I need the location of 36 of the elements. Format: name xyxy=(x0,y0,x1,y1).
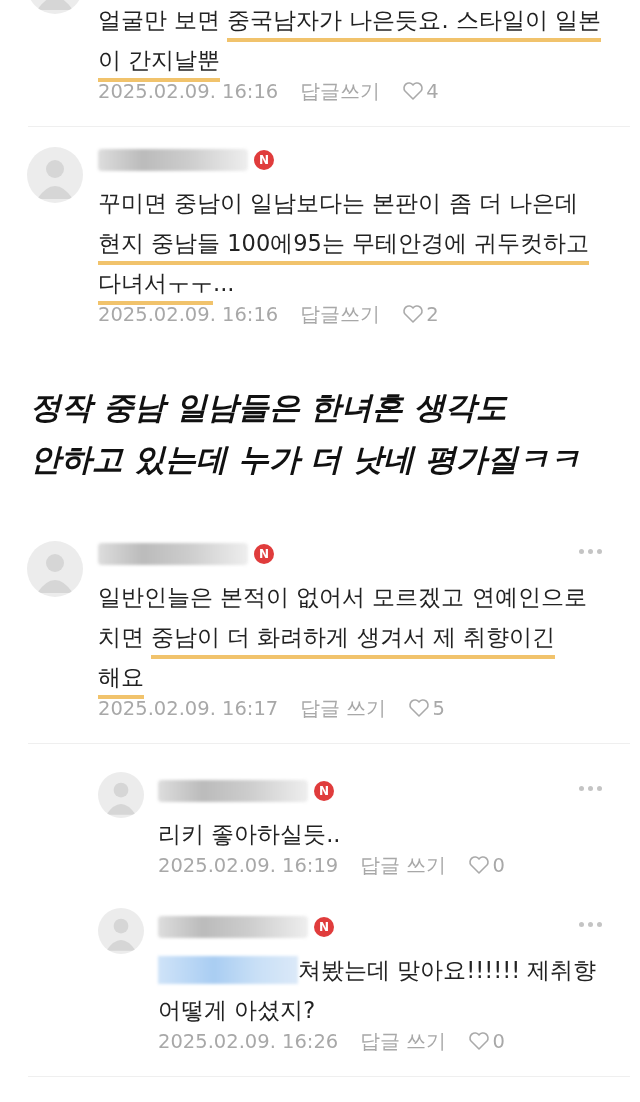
caption-text: 안하고 있는데 누가 더 낫네 평가질ㅋㅋ xyxy=(30,440,580,479)
reply-link[interactable]: 답글 쓰기 xyxy=(360,851,447,879)
reply-link[interactable]: 답글쓰기 xyxy=(300,300,381,328)
comment-text: 어떻게 아셨지? xyxy=(158,996,316,1025)
like-button[interactable]: 2 xyxy=(402,302,439,326)
comment-text: 꾸미면 중남이 일남보다는 본판이 좀 더 나은데 현지 중남들 100에95는 무테안경에 귀두컷하고 다녀서ㅜㅜ... xyxy=(98,183,590,303)
reply-link[interactable]: 답글쓰기 xyxy=(300,77,381,105)
like-button[interactable]: 5 xyxy=(408,696,445,720)
new-badge: N xyxy=(314,917,334,937)
comment-text: 일반인늘은 본적이 없어서 모르겠고 연예인으로 치면 중남이 더 화려하게 생겨서 제 취향이긴 해요 xyxy=(98,577,587,697)
avatar xyxy=(27,147,83,203)
comment-date: 2025.02.09. 16:16 xyxy=(98,302,279,326)
new-badge: N xyxy=(254,544,274,564)
comment-text: 얼굴만 보면 중국남자가 나은듯요. 스타일이 일본 이 간지날뿐 xyxy=(98,0,601,80)
comment-date: 2025.02.09. 16:17 xyxy=(98,696,279,720)
caption-text: 정작 중남 일남들은 한녀혼 생각도 xyxy=(30,388,508,427)
heart-icon xyxy=(402,304,425,324)
avatar xyxy=(98,908,144,954)
heart-icon xyxy=(468,855,491,875)
comment-text: 쳐봤는데 맞아요!!!!!! 제취향 xyxy=(298,956,597,985)
avatar xyxy=(27,541,83,597)
like-button[interactable]: 4 xyxy=(402,79,439,103)
comment-date: 2025.02.09. 16:16 xyxy=(98,79,279,103)
comment-text: 리키 좋아하실듯.. xyxy=(158,820,341,849)
avatar xyxy=(98,772,144,818)
new-badge: N xyxy=(254,150,274,170)
new-badge: N xyxy=(314,781,334,801)
heart-icon xyxy=(468,1031,491,1051)
reply-link[interactable]: 답글 쓰기 xyxy=(360,1027,447,1055)
reply-link[interactable]: 답글 쓰기 xyxy=(300,694,387,722)
like-button[interactable]: 0 xyxy=(468,1029,505,1053)
heart-icon xyxy=(402,81,425,101)
comment-date: 2025.02.09. 16:19 xyxy=(158,853,339,877)
heart-icon xyxy=(408,698,431,718)
comment-date: 2025.02.09. 16:26 xyxy=(158,1029,339,1053)
like-button[interactable]: 0 xyxy=(468,853,505,877)
